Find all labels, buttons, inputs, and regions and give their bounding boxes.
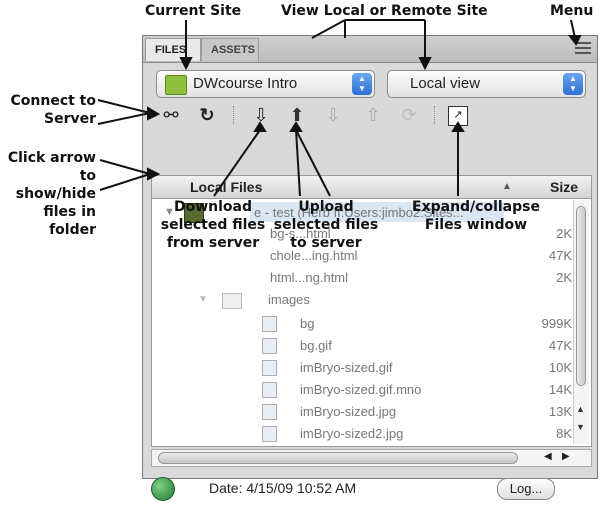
file-name: imBryo-sized.gif xyxy=(300,360,393,375)
status-bar: Date: 4/15/09 10:52 AM Log... xyxy=(143,469,597,509)
view-select-arrow-icon: ▲ ▼ xyxy=(563,73,583,95)
file-size: 13K xyxy=(548,404,572,419)
site-folder-icon xyxy=(165,75,187,95)
file-size: 47K xyxy=(548,338,572,353)
connect-plug-icon[interactable]: ⚯ xyxy=(160,104,182,126)
images-folder-row[interactable]: ▼ images xyxy=(152,289,572,311)
images-disclosure-icon[interactable]: ▼ xyxy=(198,289,208,311)
scroll-up-arrow-icon[interactable]: ▲ xyxy=(576,404,585,414)
site-select[interactable]: DWcourse Intro ▲ ▼ xyxy=(156,70,375,98)
expand-collapse-icon[interactable]: ↗ xyxy=(448,106,468,126)
check-in-icon[interactable]: ⇧ xyxy=(362,104,384,126)
get-files-down-arrow-icon[interactable]: ⇩ xyxy=(250,104,272,126)
column-local-files[interactable]: Local Files xyxy=(190,176,262,198)
list-item[interactable]: html...ng.html 2K xyxy=(152,267,572,289)
callout-upload-line3: to server xyxy=(290,235,362,251)
callout-view-local-remote: View Local or Remote Site xyxy=(281,3,488,19)
site-select-arrow-icon: ▲ ▼ xyxy=(352,73,372,95)
file-name: imBryo-sized.gif.mno xyxy=(300,382,422,397)
callout-upload-line2: selected files xyxy=(273,217,379,233)
file-name: bg xyxy=(300,316,315,331)
callout-connect-line1: Connect to xyxy=(10,93,97,109)
list-item[interactable]: imBryo-sized.jpg 13K xyxy=(152,401,572,423)
files-panel: FILES ASSETS DWcourse Intro ▲ ▼ Local vie… xyxy=(142,35,598,501)
file-name: imBryo-sized2.jpg xyxy=(300,426,404,441)
callout-download-line2: selected files xyxy=(160,217,266,233)
sort-triangle-icon[interactable]: ▲ xyxy=(502,176,512,198)
callout-click-arrow-line1: Click arrow xyxy=(7,150,96,166)
list-item[interactable]: imBryo-sized.gif 10K xyxy=(152,357,572,379)
log-button[interactable]: Log... xyxy=(497,478,555,500)
callout-expand-collapse: Expand/collapse Files window xyxy=(406,198,546,234)
callout-download-line3: from server xyxy=(166,235,260,251)
toolbar-separator xyxy=(434,106,436,124)
scroll-left-arrow-icon[interactable]: ◀ xyxy=(544,451,552,462)
callout-download-line1: Download xyxy=(173,199,253,215)
tab-assets[interactable]: ASSETS xyxy=(201,38,259,61)
file-name: bg.gif xyxy=(300,338,332,353)
callout-expand-line2: Files window xyxy=(424,217,528,233)
refresh-icon[interactable]: ↻ xyxy=(196,104,218,126)
list-item[interactable]: imBryo-sized2.jpg 8K xyxy=(152,423,572,445)
file-icon xyxy=(262,338,277,354)
list-item[interactable]: imBryo-sized.gif.mno 14K xyxy=(152,379,572,401)
view-select-label: Local view xyxy=(410,75,481,92)
callout-connect-to-server: Connect to Server xyxy=(10,92,97,128)
file-icon xyxy=(262,316,277,332)
files-list-header: Local Files ▲ Size xyxy=(152,176,591,199)
callout-click-arrow-line2: to show/hide xyxy=(15,168,96,202)
callout-expand-line1: Expand/collapse xyxy=(412,199,540,215)
list-item[interactable]: bg 999K xyxy=(152,313,572,335)
file-size: 14K xyxy=(548,382,572,397)
callout-download: Download selected files from server xyxy=(158,198,268,252)
file-name: html...ng.html xyxy=(270,270,349,285)
view-select[interactable]: Local view ▲ ▼ xyxy=(387,70,586,98)
callout-click-arrow: Click arrow to show/hide files in folder xyxy=(0,149,96,239)
horizontal-scrollbar[interactable]: ◀ ▶ xyxy=(151,449,592,467)
callout-click-arrow-line3: files in folder xyxy=(43,204,96,238)
file-size: 10K xyxy=(548,360,572,375)
vertical-scroll-thumb[interactable] xyxy=(576,206,586,386)
horizontal-scroll-thumb[interactable] xyxy=(158,452,518,464)
panel-menu-icon[interactable] xyxy=(575,42,591,54)
file-icon xyxy=(262,404,277,420)
file-size: 47K xyxy=(548,248,572,263)
file-icon xyxy=(262,382,277,398)
site-select-label: DWcourse Intro xyxy=(193,75,298,92)
vertical-scrollbar[interactable]: ▲ ▼ xyxy=(573,200,589,444)
callout-upload-line1: Upload xyxy=(298,199,354,215)
file-size: 2K xyxy=(556,270,572,285)
status-date: Date: 4/15/09 10:52 AM xyxy=(209,480,357,496)
check-out-icon[interactable]: ⇩ xyxy=(322,104,344,126)
file-icon xyxy=(262,426,277,442)
scroll-right-arrow-icon[interactable]: ▶ xyxy=(562,451,570,462)
panel-tab-bar: FILES ASSETS xyxy=(143,36,597,63)
images-folder-icon xyxy=(222,293,242,309)
callout-connect-line2: Server xyxy=(43,111,96,127)
list-item[interactable]: bg.gif 47K xyxy=(152,335,572,357)
file-size: 8K xyxy=(556,426,572,441)
file-size: 999K xyxy=(541,316,572,331)
file-icon xyxy=(262,360,277,376)
tab-files[interactable]: FILES xyxy=(145,38,201,61)
callout-upload: Upload selected files to server xyxy=(271,198,381,252)
synchronize-icon[interactable]: ⟳ xyxy=(398,104,420,126)
scroll-down-arrow-icon[interactable]: ▼ xyxy=(576,422,585,432)
callout-menu: Menu xyxy=(550,3,594,19)
put-files-up-arrow-icon[interactable]: ⬆ xyxy=(286,104,308,126)
column-size[interactable]: Size xyxy=(550,176,578,198)
file-name: imBryo-sized.jpg xyxy=(300,404,397,419)
toolbar-separator xyxy=(233,106,235,124)
callout-current-site: Current Site xyxy=(145,3,242,19)
folder-name: images xyxy=(268,292,310,307)
